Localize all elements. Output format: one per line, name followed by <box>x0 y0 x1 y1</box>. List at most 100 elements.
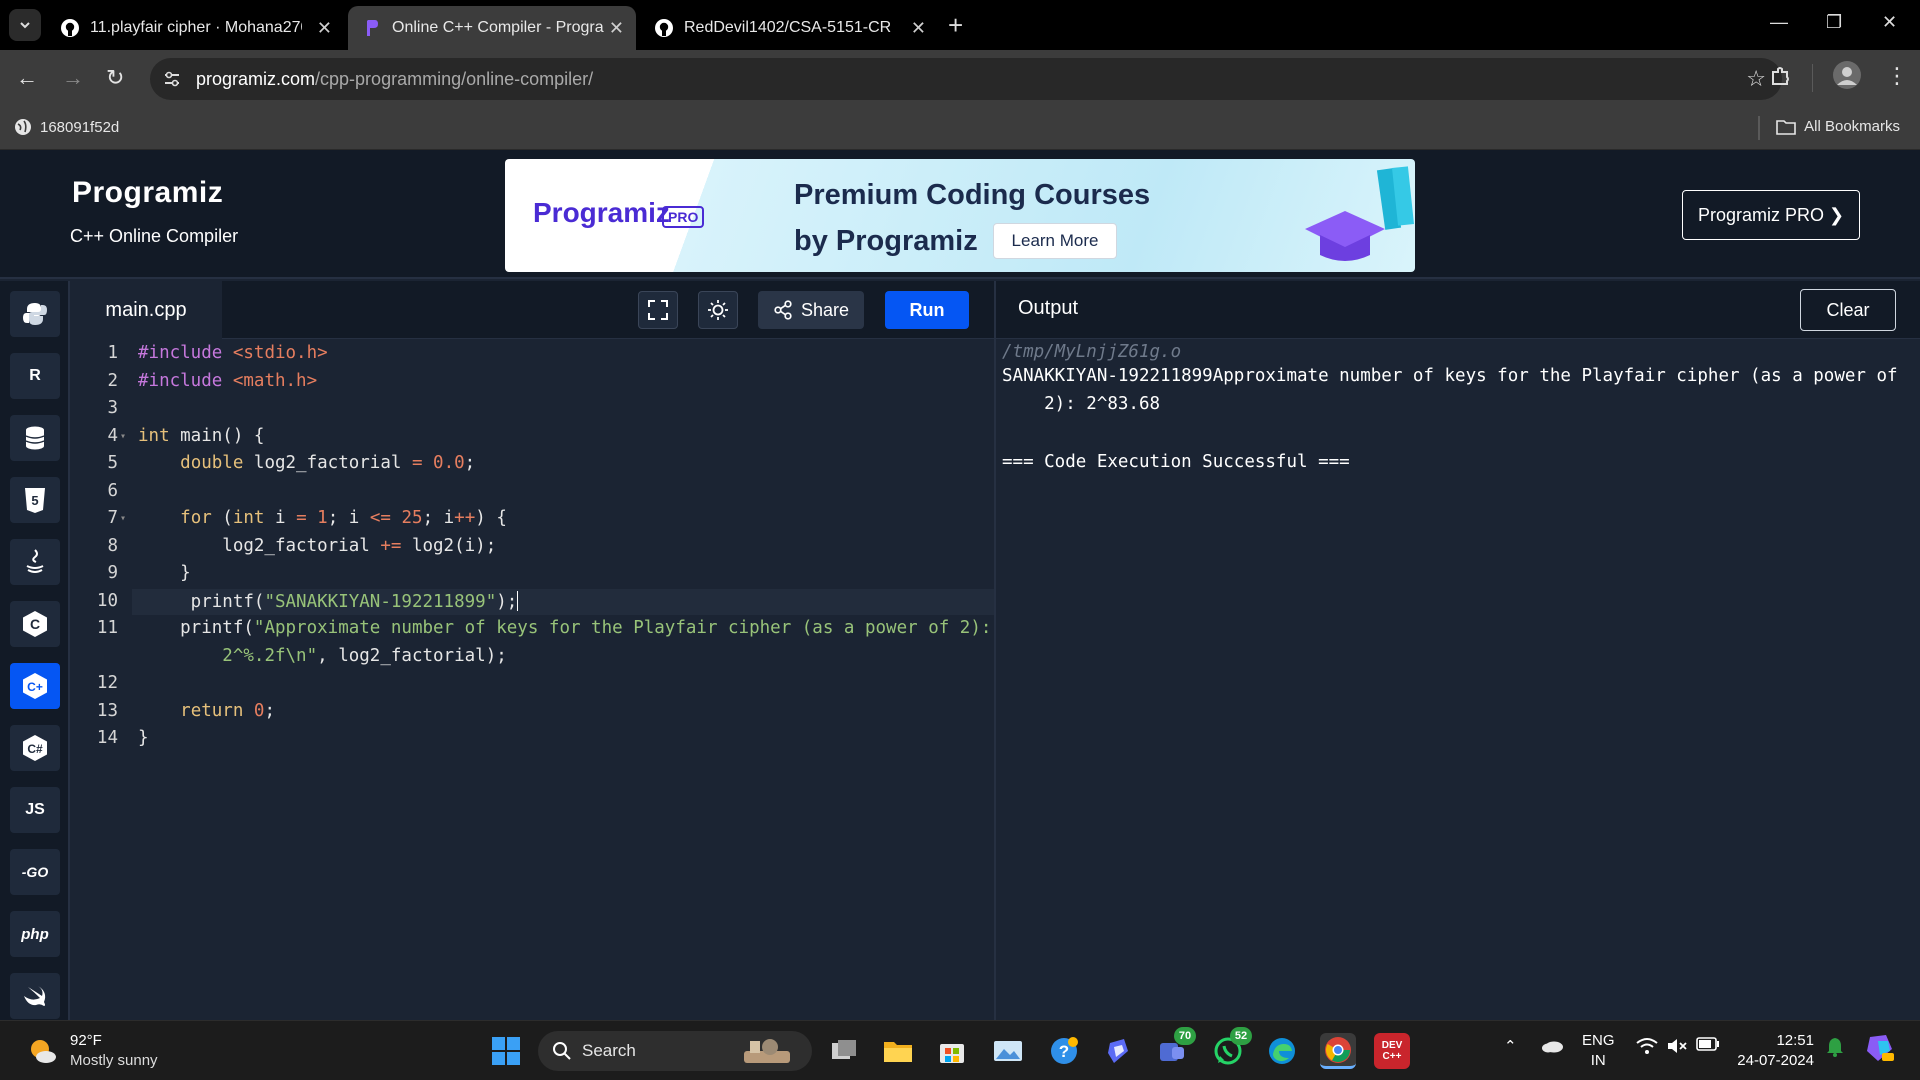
tab-online-cpp-compiler[interactable]: Online C++ Compiler - Programiz ✕ <box>348 6 636 50</box>
address-bar[interactable]: programiz.com/cpp-programming/online-com… <box>150 58 1782 100</box>
minimize-icon[interactable]: — <box>1770 12 1788 33</box>
tab-search-button[interactable] <box>9 9 41 41</box>
clock-date: 24-07-2024 <box>1737 1052 1814 1069</box>
reload-icon[interactable]: ↻ <box>106 66 124 90</box>
edge-icon[interactable] <box>1264 1033 1300 1069</box>
tab-playfair-cipher[interactable]: 11.playfair cipher · Mohana2704 ✕ <box>46 6 344 50</box>
browser-menu-icon[interactable]: ⋮ <box>1886 64 1908 88</box>
code-line: log2_factorial += log2(i); <box>138 536 497 556</box>
show-hidden-icons[interactable]: ⌃ <box>1504 1037 1517 1055</box>
fold-arrow-icon[interactable]: ▾ <box>120 513 126 524</box>
chrome-icon[interactable] <box>1320 1033 1356 1069</box>
close-tab-icon[interactable]: ✕ <box>317 18 332 38</box>
share-button[interactable]: Share <box>758 291 864 329</box>
python-icon[interactable] <box>10 291 60 337</box>
close-window-icon[interactable]: ✕ <box>1882 12 1897 33</box>
text-cursor <box>517 591 519 611</box>
line-number: 4 <box>107 426 118 446</box>
code-line: printf("Approximate number of keys for t… <box>138 618 992 638</box>
site-header: Programiz C++ Online Compiler Programiz … <box>0 150 1920 279</box>
notification-badge: 70 <box>1174 1027 1196 1045</box>
windows-logo-icon <box>492 1037 520 1065</box>
code-line: return 0; <box>180 701 276 721</box>
get-help-icon[interactable]: ? <box>1046 1033 1082 1069</box>
code-area[interactable]: 1 2 3 4 5 6 7 8 9 10 11 12 13 14 ▾ ▾ #in… <box>70 340 994 1020</box>
dev-cpp-icon[interactable]: DEV C++ <box>1374 1033 1410 1069</box>
cpp-glyph: C+ <box>27 680 43 694</box>
weather-widget[interactable]: 92°F Mostly sunny <box>26 1031 158 1071</box>
all-bookmarks-label: All Bookmarks <box>1804 118 1900 135</box>
all-bookmarks-button[interactable]: All Bookmarks <box>1776 118 1900 135</box>
back-arrow-icon[interactable]: ← <box>16 66 38 90</box>
clear-button[interactable]: Clear <box>1800 289 1896 331</box>
onedrive-icon[interactable] <box>1540 1037 1564 1057</box>
restore-icon[interactable]: ❐ <box>1826 12 1842 33</box>
fold-arrow-icon[interactable]: ▾ <box>120 431 126 442</box>
toolbar-divider <box>1812 64 1813 92</box>
output-toolbar: Output Clear <box>996 281 1920 339</box>
page-title: C++ Online Compiler <box>70 226 239 246</box>
c-icon[interactable]: C <box>10 601 60 647</box>
volume-muted-icon[interactable] <box>1666 1037 1688 1059</box>
copilot-icon[interactable] <box>1100 1033 1136 1069</box>
new-tab-button[interactable]: + <box>948 12 963 38</box>
programiz-logo[interactable]: Programiz <box>72 176 223 210</box>
tab-csa-5151-cr[interactable]: RedDevil1402/CSA-5151-CR ✕ <box>640 6 938 50</box>
cpp-icon[interactable]: C+ <box>10 663 60 709</box>
chevron-down-icon <box>20 22 30 29</box>
sql-icon[interactable] <box>10 415 60 461</box>
system-clock[interactable]: 12:51 24-07-2024 <box>1734 1031 1814 1071</box>
profile-avatar[interactable] <box>1832 60 1862 95</box>
programiz-pro-button[interactable]: Programiz PRO ❯ <box>1682 190 1860 240</box>
tab-title: RedDevil1402/CSA-5151-CR <box>684 19 892 36</box>
fullscreen-button[interactable] <box>638 291 678 329</box>
search-label: Search <box>582 1041 636 1060</box>
task-view-icon[interactable] <box>826 1033 862 1069</box>
output-pane: Output Clear /tmp/MyLnjjZ61g.o SANAKKIYA… <box>994 281 1920 1020</box>
code-line: } <box>138 728 149 748</box>
learn-more-button[interactable]: Learn More <box>993 223 1117 259</box>
promo-banner[interactable]: Programiz PRO Premium Coding Courses by … <box>505 159 1415 272</box>
code-line: double log2_factorial = 0.0; <box>180 453 476 473</box>
banner-headline: Premium Coding Courses <box>794 179 1151 211</box>
start-button[interactable] <box>488 1033 524 1069</box>
bookmark-item[interactable]: 168091f52d <box>14 118 119 136</box>
java-icon[interactable] <box>10 539 60 585</box>
forward-arrow-icon[interactable]: → <box>62 66 84 90</box>
taskbar-search[interactable]: Search <box>538 1031 812 1071</box>
teams-icon[interactable]: 70 <box>1154 1027 1196 1069</box>
file-explorer-icon[interactable] <box>880 1033 916 1069</box>
language-indicator[interactable]: ENG IN <box>1582 1031 1615 1071</box>
line-number: 5 <box>107 453 118 473</box>
js-icon[interactable]: JS <box>10 787 60 833</box>
site-info-icon[interactable] <box>162 69 182 94</box>
tab-title: Online C++ Compiler - Programiz <box>392 19 604 36</box>
language-sidebar: R 5 C C+ C# JS -GO php <box>0 281 70 1020</box>
editor-toolbar: main.cpp Share Run <box>70 281 994 339</box>
microsoft-store-icon[interactable] <box>934 1033 970 1069</box>
partly-sunny-icon <box>31 1040 56 1063</box>
copilot-preview-icon[interactable] <box>1864 1033 1896 1067</box>
theme-toggle-button[interactable] <box>698 291 738 329</box>
csharp-icon[interactable]: C# <box>10 725 60 771</box>
battery-icon[interactable] <box>1696 1037 1720 1055</box>
github-icon <box>60 18 80 38</box>
php-icon[interactable]: php <box>10 911 60 957</box>
run-button[interactable]: Run <box>885 291 969 329</box>
go-icon[interactable]: -GO <box>10 849 60 895</box>
r-icon[interactable]: R <box>10 353 60 399</box>
close-tab-icon[interactable]: ✕ <box>609 18 624 38</box>
bookmark-star-icon[interactable]: ☆ <box>1746 66 1766 92</box>
photos-icon[interactable] <box>990 1033 1026 1069</box>
whatsapp-icon[interactable]: 52 <box>1210 1027 1252 1069</box>
share-label: Share <box>800 299 850 320</box>
swift-icon[interactable] <box>10 973 60 1019</box>
file-tab-main-cpp[interactable]: main.cpp <box>70 281 222 339</box>
notification-bell-icon[interactable] <box>1826 1037 1844 1061</box>
programiz-icon <box>362 18 382 38</box>
extensions-icon[interactable] <box>1768 64 1792 93</box>
html-icon[interactable]: 5 <box>10 477 60 523</box>
code-line-active: printf("SANAKKIYAN-192211899"); <box>132 589 994 615</box>
close-tab-icon[interactable]: ✕ <box>911 18 926 38</box>
wifi-icon[interactable] <box>1636 1037 1658 1059</box>
